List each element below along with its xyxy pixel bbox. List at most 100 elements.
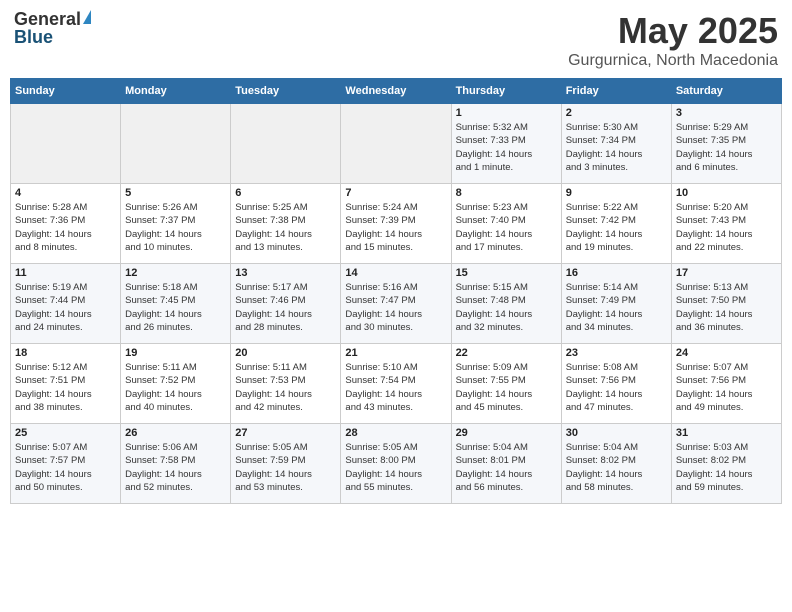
calendar-cell: 21Sunrise: 5:10 AM Sunset: 7:54 PM Dayli… (341, 344, 451, 424)
day-number: 28 (345, 427, 446, 439)
day-number: 22 (456, 347, 557, 359)
day-number: 24 (676, 347, 777, 359)
day-number: 1 (456, 107, 557, 119)
day-number: 19 (125, 347, 226, 359)
day-number: 11 (15, 267, 116, 279)
calendar-table: Sunday Monday Tuesday Wednesday Thursday… (10, 78, 782, 504)
day-detail: Sunrise: 5:18 AM Sunset: 7:45 PM Dayligh… (125, 281, 226, 334)
day-number: 29 (456, 427, 557, 439)
day-detail: Sunrise: 5:04 AM Sunset: 8:01 PM Dayligh… (456, 441, 557, 494)
calendar-week-row: 18 Sunrise: 5:12 AM Sunset: 7:51 PM Dayli… (11, 344, 782, 424)
day-detail: Sunrise: 5:12 AM Sunset: 7:51 PM Dayligh… (15, 361, 116, 414)
day-number: 25 (15, 427, 116, 439)
day-number: 31 (676, 427, 777, 439)
calendar-week-row: 11 Sunrise: 5:19 AM Sunset: 7:44 PM Dayli… (11, 264, 782, 344)
day-detail: Sunrise: 5:04 AM Sunset: 8:02 PM Dayligh… (566, 441, 667, 494)
day-detail: Sunrise: 5:32 AM Sunset: 7:33 PM Dayligh… (456, 121, 557, 174)
day-detail: Sunrise: 5:07 AM Sunset: 7:57 PM Dayligh… (15, 441, 116, 494)
day-number: 14 (345, 267, 446, 279)
calendar-cell: 16 Sunrise: 5:14 AM Sunset: 7:49 PM Dayli… (561, 264, 671, 344)
calendar-cell: 14 Sunrise: 5:16 AM Sunset: 7:47 PM Dayli… (341, 264, 451, 344)
header-tuesday: Tuesday (231, 79, 341, 104)
day-number: 30 (566, 427, 667, 439)
day-number: 18 (15, 347, 116, 359)
calendar-week-row: 1 Sunrise: 5:32 AM Sunset: 7:33 PM Daylig… (11, 104, 782, 184)
day-detail: Sunrise: 5:11 AM Sunset: 7:52 PM Dayligh… (125, 361, 226, 414)
calendar-cell: 25 Sunrise: 5:07 AM Sunset: 7:57 PM Dayli… (11, 424, 121, 504)
day-detail: Sunrise: 5:28 AM Sunset: 7:36 PM Dayligh… (15, 201, 116, 254)
day-detail: Sunrise: 5:29 AM Sunset: 7:35 PM Dayligh… (676, 121, 777, 174)
header-monday: Monday (121, 79, 231, 104)
day-detail: Sunrise: 5:22 AM Sunset: 7:42 PM Dayligh… (566, 201, 667, 254)
day-detail: Sunrise: 5:05 AM Sunset: 8:00 PM Dayligh… (345, 441, 446, 494)
calendar-cell: 20 Sunrise: 5:11 AM Sunset: 7:53 PM Dayli… (231, 344, 341, 424)
header-sunday: Sunday (11, 79, 121, 104)
calendar-cell (11, 104, 121, 184)
calendar-cell: 1 Sunrise: 5:32 AM Sunset: 7:33 PM Daylig… (451, 104, 561, 184)
calendar-week-row: 4 Sunrise: 5:28 AM Sunset: 7:36 PM Daylig… (11, 184, 782, 264)
day-number: 15 (456, 267, 557, 279)
day-detail: Sunrise: 5:26 AM Sunset: 7:37 PM Dayligh… (125, 201, 226, 254)
calendar-cell: 19 Sunrise: 5:11 AM Sunset: 7:52 PM Dayli… (121, 344, 231, 424)
calendar-cell: 15Sunrise: 5:15 AM Sunset: 7:48 PM Dayli… (451, 264, 561, 344)
day-detail: Sunrise: 5:13 AM Sunset: 7:50 PM Dayligh… (676, 281, 777, 334)
day-number: 23 (566, 347, 667, 359)
day-detail: Sunrise: 5:11 AM Sunset: 7:53 PM Dayligh… (235, 361, 336, 414)
day-number: 3 (676, 107, 777, 119)
calendar-cell (231, 104, 341, 184)
day-number: 20 (235, 347, 336, 359)
day-detail: Sunrise: 5:14 AM Sunset: 7:49 PM Dayligh… (566, 281, 667, 334)
calendar-cell: 7Sunrise: 5:24 AM Sunset: 7:39 PM Daylig… (341, 184, 451, 264)
calendar-cell: 29 Sunrise: 5:04 AM Sunset: 8:01 PM Dayli… (451, 424, 561, 504)
header-friday: Friday (561, 79, 671, 104)
calendar-cell: 22 Sunrise: 5:09 AM Sunset: 7:55 PM Dayli… (451, 344, 561, 424)
header-wednesday: Wednesday (341, 79, 451, 104)
calendar-cell: 13 Sunrise: 5:17 AM Sunset: 7:46 PM Dayli… (231, 264, 341, 344)
calendar-cell (341, 104, 451, 184)
calendar-cell: 11 Sunrise: 5:19 AM Sunset: 7:44 PM Dayli… (11, 264, 121, 344)
day-detail: Sunrise: 5:10 AM Sunset: 7:54 PM Dayligh… (345, 361, 446, 414)
day-number: 27 (235, 427, 336, 439)
logo-triangle-icon (83, 10, 91, 24)
calendar-week-row: 25 Sunrise: 5:07 AM Sunset: 7:57 PM Dayli… (11, 424, 782, 504)
calendar-cell: 26Sunrise: 5:06 AM Sunset: 7:58 PM Dayli… (121, 424, 231, 504)
day-number: 9 (566, 187, 667, 199)
calendar-cell: 27Sunrise: 5:05 AM Sunset: 7:59 PM Dayli… (231, 424, 341, 504)
day-detail: Sunrise: 5:17 AM Sunset: 7:46 PM Dayligh… (235, 281, 336, 334)
calendar-cell: 30 Sunrise: 5:04 AM Sunset: 8:02 PM Dayli… (561, 424, 671, 504)
day-number: 26 (125, 427, 226, 439)
day-detail: Sunrise: 5:16 AM Sunset: 7:47 PM Dayligh… (345, 281, 446, 334)
day-number: 13 (235, 267, 336, 279)
calendar-cell: 8Sunrise: 5:23 AM Sunset: 7:40 PM Daylig… (451, 184, 561, 264)
day-number: 16 (566, 267, 667, 279)
calendar-cell: 5Sunrise: 5:26 AM Sunset: 7:37 PM Daylig… (121, 184, 231, 264)
calendar-title-block: May 2025 Gurgurnica, North Macedonia (568, 10, 778, 70)
calendar-cell: 12 Sunrise: 5:18 AM Sunset: 7:45 PM Dayli… (121, 264, 231, 344)
day-number: 2 (566, 107, 667, 119)
day-detail: Sunrise: 5:09 AM Sunset: 7:55 PM Dayligh… (456, 361, 557, 414)
day-detail: Sunrise: 5:08 AM Sunset: 7:56 PM Dayligh… (566, 361, 667, 414)
calendar-cell: 3 Sunrise: 5:29 AM Sunset: 7:35 PM Daylig… (671, 104, 781, 184)
day-number: 6 (235, 187, 336, 199)
logo-blue-text: Blue (14, 28, 53, 46)
header-thursday: Thursday (451, 79, 561, 104)
day-detail: Sunrise: 5:07 AM Sunset: 7:56 PM Dayligh… (676, 361, 777, 414)
day-number: 7 (345, 187, 446, 199)
day-detail: Sunrise: 5:23 AM Sunset: 7:40 PM Dayligh… (456, 201, 557, 254)
calendar-cell: 18 Sunrise: 5:12 AM Sunset: 7:51 PM Dayli… (11, 344, 121, 424)
calendar-cell: 2Sunrise: 5:30 AM Sunset: 7:34 PM Daylig… (561, 104, 671, 184)
logo: General Blue (14, 10, 91, 46)
day-detail: Sunrise: 5:20 AM Sunset: 7:43 PM Dayligh… (676, 201, 777, 254)
page-wrapper: General Blue May 2025 Gurgurnica, North … (10, 10, 782, 504)
day-detail: Sunrise: 5:03 AM Sunset: 8:02 PM Dayligh… (676, 441, 777, 494)
day-detail: Sunrise: 5:19 AM Sunset: 7:44 PM Dayligh… (15, 281, 116, 334)
calendar-cell: 9 Sunrise: 5:22 AM Sunset: 7:42 PM Daylig… (561, 184, 671, 264)
header-saturday: Saturday (671, 79, 781, 104)
day-number: 12 (125, 267, 226, 279)
calendar-cell: 31 Sunrise: 5:03 AM Sunset: 8:02 PM Dayli… (671, 424, 781, 504)
calendar-cell: 10Sunrise: 5:20 AM Sunset: 7:43 PM Dayli… (671, 184, 781, 264)
calendar-cell: 6Sunrise: 5:25 AM Sunset: 7:38 PM Daylig… (231, 184, 341, 264)
calendar-cell: 24 Sunrise: 5:07 AM Sunset: 7:56 PM Dayli… (671, 344, 781, 424)
calendar-cell: 4 Sunrise: 5:28 AM Sunset: 7:36 PM Daylig… (11, 184, 121, 264)
day-number: 4 (15, 187, 116, 199)
